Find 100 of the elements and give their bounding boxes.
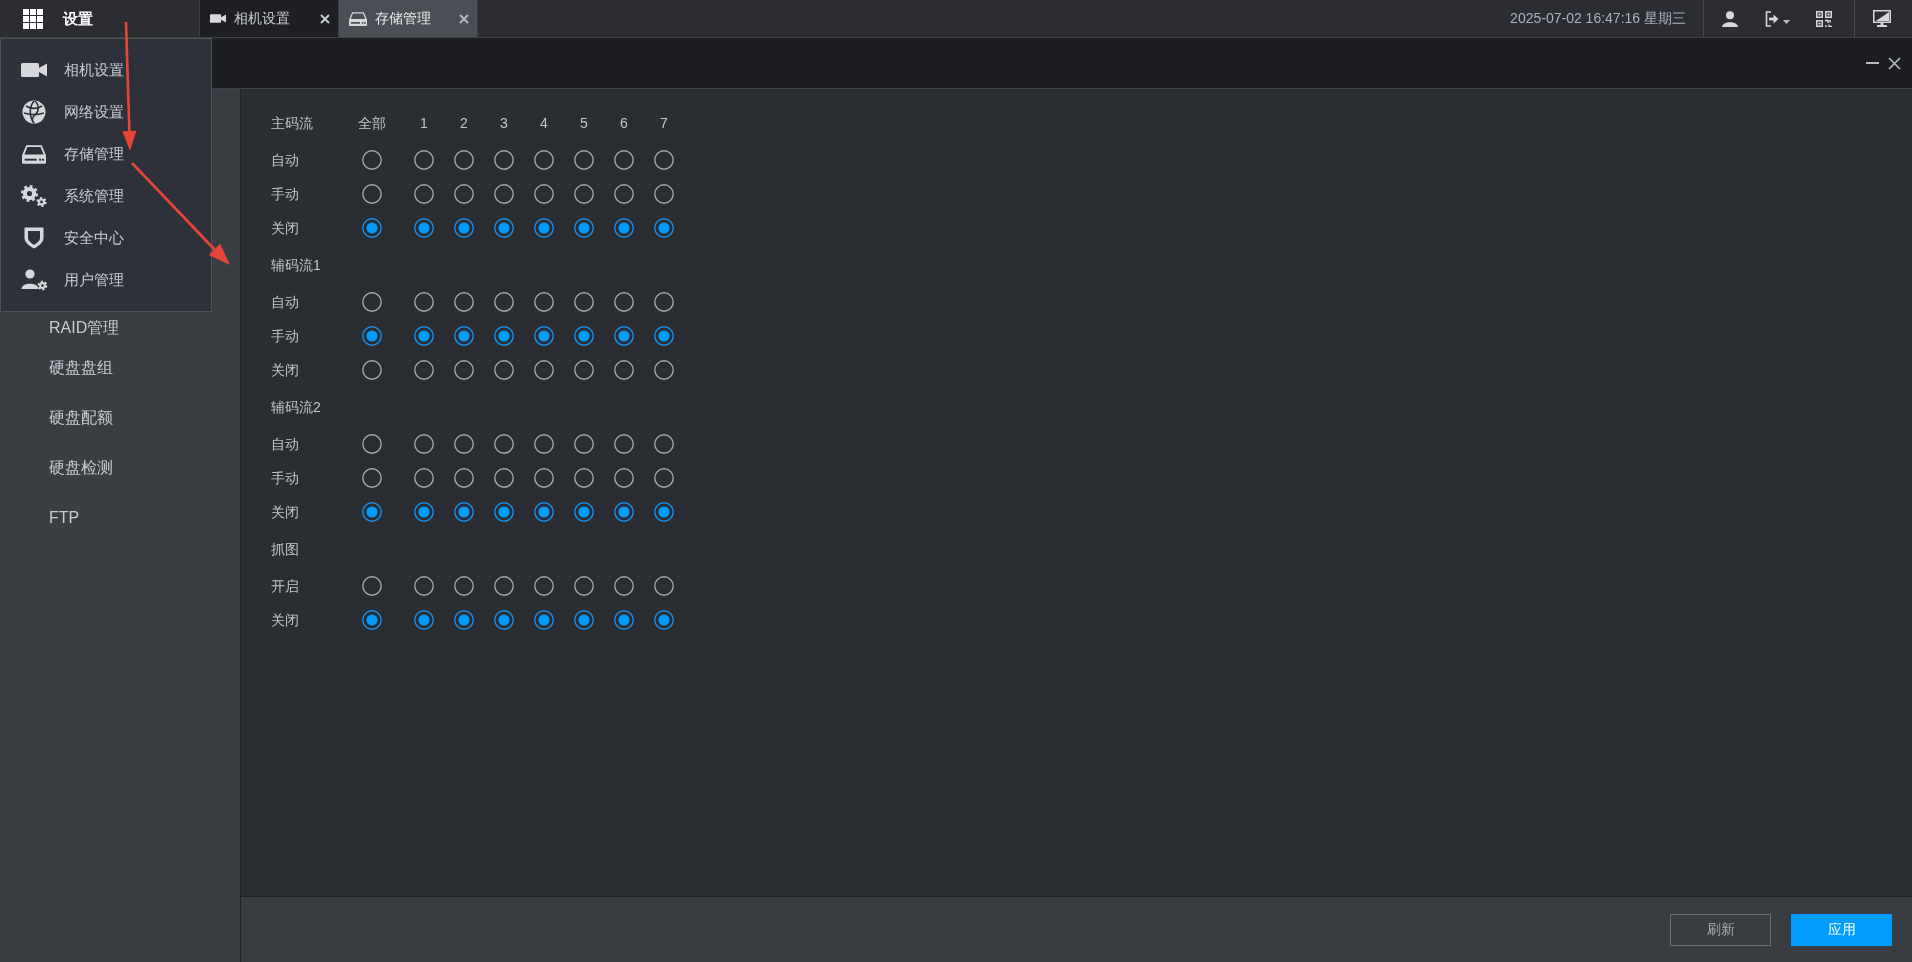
- radio-button[interactable]: [534, 502, 554, 522]
- radio-button[interactable]: [414, 326, 434, 346]
- radio-button[interactable]: [534, 150, 554, 170]
- radio-button[interactable]: [574, 184, 594, 204]
- tab[interactable]: 存储管理: [339, 0, 478, 37]
- radio-button[interactable]: [454, 292, 474, 312]
- menu-item[interactable]: 安全中心: [1, 217, 211, 259]
- radio-button[interactable]: [574, 218, 594, 238]
- radio-button[interactable]: [362, 576, 382, 596]
- radio-button[interactable]: [614, 150, 634, 170]
- refresh-button[interactable]: 刷新: [1670, 913, 1771, 946]
- radio-button[interactable]: [494, 218, 514, 238]
- radio-button[interactable]: [534, 218, 554, 238]
- radio-button[interactable]: [534, 360, 554, 380]
- radio-button[interactable]: [414, 468, 434, 488]
- close-icon[interactable]: [1888, 56, 1901, 70]
- apps-grid-icon[interactable]: [23, 8, 43, 29]
- settings-title[interactable]: 设置: [63, 9, 93, 28]
- radio-button[interactable]: [574, 326, 594, 346]
- exit-icon[interactable]: [1765, 10, 1779, 27]
- tab[interactable]: 相机设置: [200, 0, 339, 37]
- user-icon[interactable]: [1722, 10, 1738, 27]
- radio-button[interactable]: [362, 150, 382, 170]
- radio-button[interactable]: [614, 434, 634, 454]
- radio-button[interactable]: [494, 326, 514, 346]
- radio-button[interactable]: [362, 218, 382, 238]
- radio-button[interactable]: [454, 468, 474, 488]
- radio-button[interactable]: [454, 434, 474, 454]
- radio-button[interactable]: [414, 218, 434, 238]
- radio-button[interactable]: [454, 360, 474, 380]
- menu-item[interactable]: 存储管理: [1, 133, 211, 175]
- radio-button[interactable]: [654, 576, 674, 596]
- radio-button[interactable]: [362, 184, 382, 204]
- menu-item[interactable]: 系统管理: [1, 175, 211, 217]
- radio-button[interactable]: [454, 150, 474, 170]
- radio-button[interactable]: [414, 502, 434, 522]
- radio-button[interactable]: [414, 610, 434, 630]
- menu-item[interactable]: 相机设置: [1, 49, 211, 91]
- radio-button[interactable]: [414, 150, 434, 170]
- radio-button[interactable]: [494, 184, 514, 204]
- radio-button[interactable]: [654, 468, 674, 488]
- radio-button[interactable]: [654, 610, 674, 630]
- radio-button[interactable]: [494, 502, 514, 522]
- radio-button[interactable]: [362, 326, 382, 346]
- radio-button[interactable]: [654, 150, 674, 170]
- sidebar-item[interactable]: FTP: [0, 493, 240, 543]
- radio-button[interactable]: [574, 610, 594, 630]
- radio-button[interactable]: [494, 468, 514, 488]
- radio-button[interactable]: [654, 184, 674, 204]
- radio-button[interactable]: [362, 468, 382, 488]
- radio-button[interactable]: [494, 610, 514, 630]
- radio-button[interactable]: [614, 218, 634, 238]
- radio-button[interactable]: [574, 360, 594, 380]
- radio-button[interactable]: [654, 360, 674, 380]
- radio-button[interactable]: [454, 218, 474, 238]
- radio-button[interactable]: [614, 610, 634, 630]
- radio-button[interactable]: [414, 360, 434, 380]
- radio-button[interactable]: [574, 576, 594, 596]
- radio-button[interactable]: [534, 610, 554, 630]
- menu-item[interactable]: 网络设置: [1, 91, 211, 133]
- radio-button[interactable]: [494, 360, 514, 380]
- radio-button[interactable]: [454, 610, 474, 630]
- radio-button[interactable]: [654, 502, 674, 522]
- radio-button[interactable]: [362, 434, 382, 454]
- sidebar-item[interactable]: RAID管理: [0, 313, 240, 343]
- menu-item[interactable]: 用户管理: [1, 259, 211, 301]
- radio-button[interactable]: [654, 292, 674, 312]
- radio-button[interactable]: [414, 184, 434, 204]
- radio-button[interactable]: [614, 184, 634, 204]
- radio-button[interactable]: [574, 502, 594, 522]
- radio-button[interactable]: [534, 184, 554, 204]
- close-icon[interactable]: [459, 13, 469, 24]
- radio-button[interactable]: [654, 218, 674, 238]
- caret-icon[interactable]: [1783, 19, 1790, 24]
- close-icon[interactable]: [320, 13, 330, 24]
- radio-button[interactable]: [614, 360, 634, 380]
- radio-button[interactable]: [362, 292, 382, 312]
- radio-button[interactable]: [534, 576, 554, 596]
- radio-button[interactable]: [534, 434, 554, 454]
- radio-button[interactable]: [414, 292, 434, 312]
- radio-button[interactable]: [614, 502, 634, 522]
- radio-button[interactable]: [614, 326, 634, 346]
- radio-button[interactable]: [414, 434, 434, 454]
- radio-button[interactable]: [534, 292, 554, 312]
- radio-button[interactable]: [534, 326, 554, 346]
- radio-button[interactable]: [574, 434, 594, 454]
- radio-button[interactable]: [362, 610, 382, 630]
- radio-button[interactable]: [454, 502, 474, 522]
- radio-button[interactable]: [614, 468, 634, 488]
- qr-code-icon[interactable]: [1816, 10, 1832, 27]
- radio-button[interactable]: [454, 576, 474, 596]
- radio-button[interactable]: [574, 150, 594, 170]
- radio-button[interactable]: [614, 292, 634, 312]
- radio-button[interactable]: [654, 326, 674, 346]
- radio-button[interactable]: [574, 468, 594, 488]
- sidebar-item[interactable]: 硬盘检测: [0, 443, 240, 493]
- sidebar-item[interactable]: 硬盘盘组: [0, 343, 240, 393]
- radio-button[interactable]: [362, 360, 382, 380]
- monitor-icon[interactable]: [1873, 10, 1891, 27]
- radio-button[interactable]: [654, 434, 674, 454]
